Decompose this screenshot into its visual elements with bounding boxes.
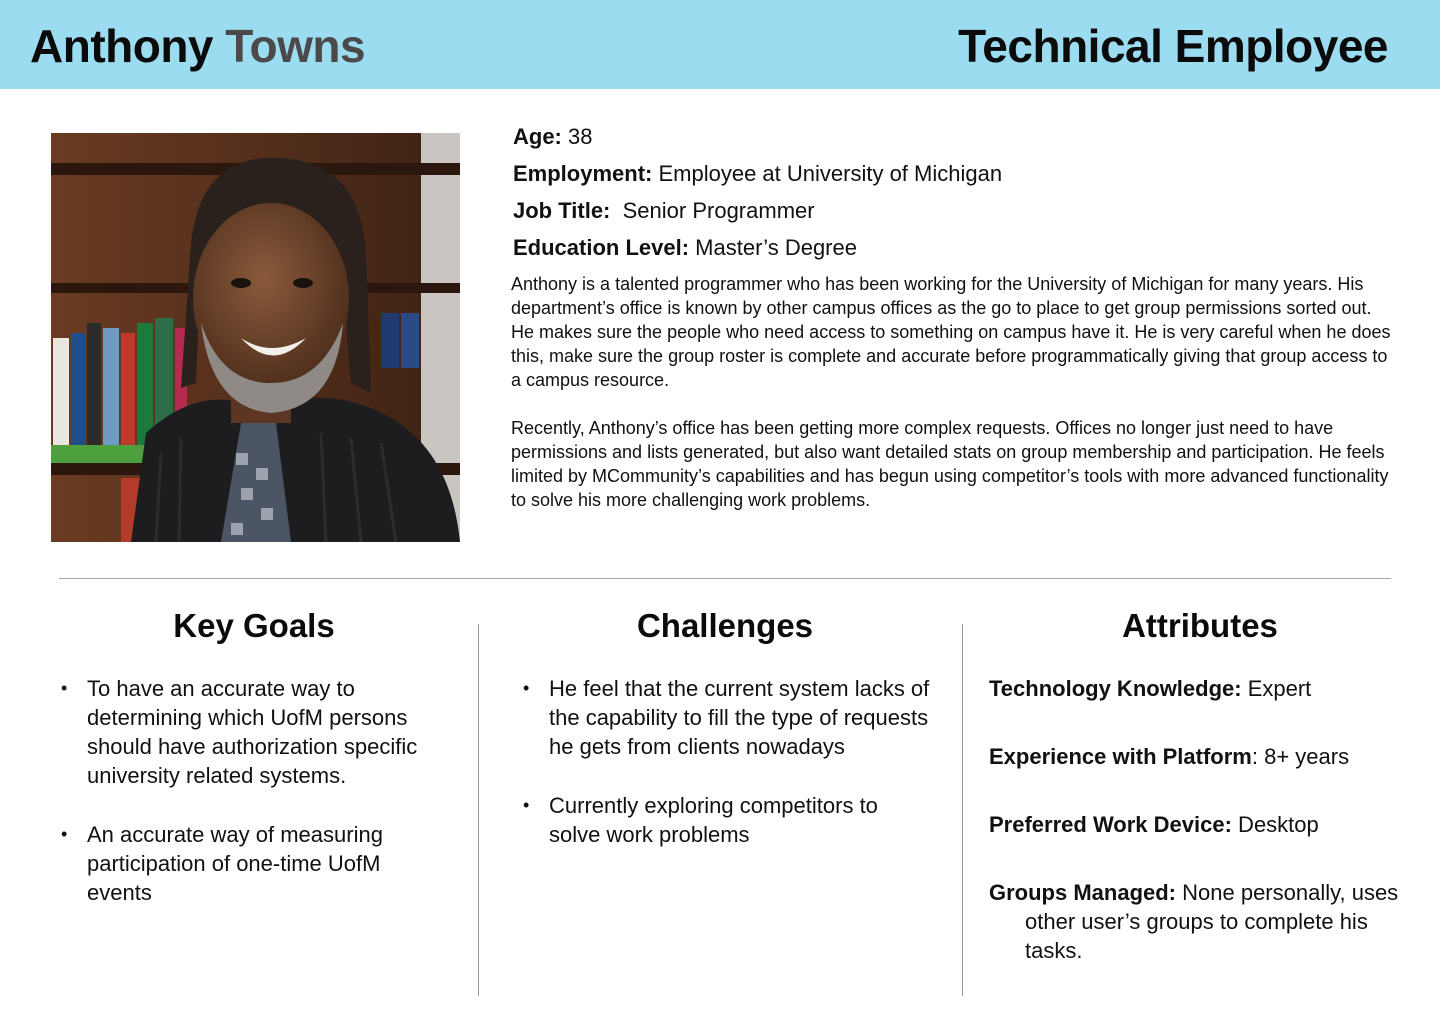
- fact-label: Employment:: [513, 161, 653, 186]
- column-divider: [478, 624, 479, 996]
- fact-value: Senior Programmer: [616, 198, 815, 223]
- column-divider: [962, 624, 963, 996]
- attribute-value: : 8+ years: [1251, 744, 1350, 769]
- persona-facts: Age: 38 Employment: Employee at Universi…: [513, 118, 1393, 266]
- header-bar: Anthony Towns Technical Employee: [0, 0, 1440, 89]
- bio-paragraph: Anthony is a talented programmer who has…: [511, 274, 1391, 390]
- attribute-label: Preferred Work Device:: [989, 812, 1232, 837]
- challenges-list: He feel that the current system lacks of…: [523, 674, 933, 849]
- portrait-photo: [51, 133, 460, 542]
- fact-value: Employee at University of Michigan: [658, 161, 1003, 186]
- attribute-label: Groups Managed:: [989, 880, 1177, 905]
- fact-value: 38: [568, 124, 593, 149]
- attribute-item: Experience with Platform: 8+ years: [989, 742, 1409, 771]
- fact-job-title: Job Title: Senior Programmer: [513, 192, 1393, 229]
- persona-bio: Anthony is a talented programmer who has…: [511, 272, 1391, 512]
- persona-name: Anthony Towns: [30, 18, 366, 74]
- key-goals-title: Key Goals: [173, 607, 335, 644]
- attributes-title: Attributes: [1122, 607, 1278, 644]
- fact-age: Age: 38: [513, 118, 1393, 155]
- fact-value: Master’s Degree: [695, 235, 857, 260]
- fact-employment: Employment: Employee at University of Mi…: [513, 155, 1393, 192]
- key-goals-list: To have an accurate way to determining w…: [61, 674, 451, 907]
- section-divider: [59, 578, 1391, 579]
- list-item: Currently exploring competitors to solve…: [523, 791, 933, 849]
- last-name: Towns: [225, 20, 366, 72]
- fact-education: Education Level: Master’s Degree: [513, 229, 1393, 266]
- attributes-list: Technology Knowledge: Expert Experience …: [989, 674, 1409, 965]
- attribute-value: Desktop: [1231, 812, 1319, 837]
- attribute-value: Expert: [1241, 676, 1312, 701]
- attribute-label: Experience with Platform: [989, 744, 1252, 769]
- attribute-item: Preferred Work Device: Desktop: [989, 810, 1409, 839]
- fact-label: Job Title:: [513, 198, 611, 223]
- persona-role: Technical Employee: [958, 20, 1388, 72]
- attribute-label: Technology Knowledge:: [989, 676, 1242, 701]
- bio-paragraph: Recently, Anthony’s office has been gett…: [511, 418, 1389, 510]
- attribute-item: Technology Knowledge: Expert: [989, 674, 1409, 703]
- list-item: To have an accurate way to determining w…: [61, 674, 451, 790]
- attribute-item: Groups Managed: None personally, uses ot…: [989, 878, 1409, 965]
- challenges-title: Challenges: [636, 607, 814, 644]
- fact-label: Age:: [513, 124, 562, 149]
- list-item: He feel that the current system lacks of…: [523, 674, 933, 761]
- fact-label: Education Level:: [513, 235, 690, 260]
- list-item: An accurate way of measuring participati…: [61, 820, 451, 907]
- first-name: Anthony: [30, 20, 214, 72]
- portrait-illustration: [51, 133, 460, 542]
